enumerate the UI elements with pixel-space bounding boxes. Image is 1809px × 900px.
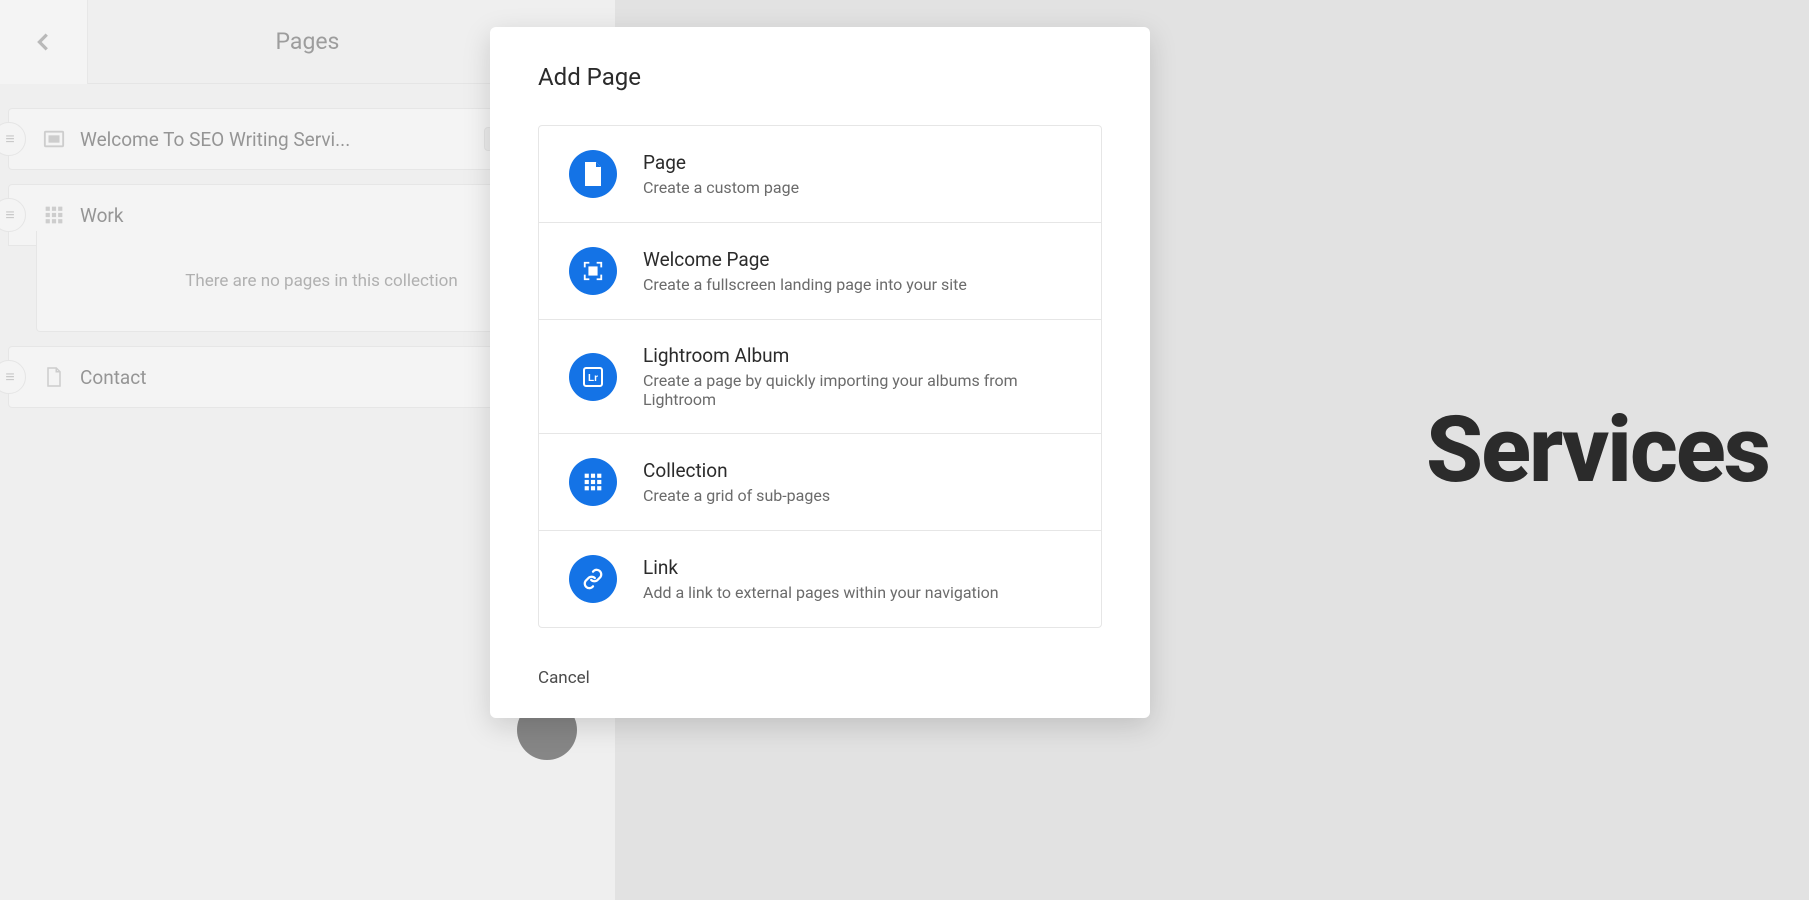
option-page[interactable]: Page Create a custom page <box>539 126 1101 223</box>
option-desc: Create a fullscreen landing page into yo… <box>643 275 967 294</box>
fullscreen-icon <box>569 247 617 295</box>
option-desc: Add a link to external pages within your… <box>643 583 999 602</box>
drag-handle-icon[interactable]: ≡ <box>0 360 26 394</box>
welcome-page-icon <box>42 127 66 151</box>
svg-text:Lr: Lr <box>588 373 598 384</box>
collection-grid-icon <box>569 458 617 506</box>
option-link[interactable]: Link Add a link to external pages within… <box>539 531 1101 627</box>
document-icon <box>42 365 66 389</box>
link-icon <box>569 555 617 603</box>
back-button[interactable] <box>0 0 88 84</box>
option-lightroom-album[interactable]: Lr Lightroom Album Create a page by quic… <box>539 320 1101 434</box>
option-collection[interactable]: Collection Create a grid of sub-pages <box>539 434 1101 531</box>
page-item-label: Welcome To SEO Writing Servi... <box>80 128 484 151</box>
option-desc: Create a page by quickly importing your … <box>643 371 1071 409</box>
cancel-button[interactable]: Cancel <box>538 668 590 688</box>
option-title: Collection <box>643 459 830 482</box>
grid-icon <box>42 203 66 227</box>
page-icon <box>569 150 617 198</box>
option-title: Lightroom Album <box>643 344 1071 367</box>
page-heading-partial: Services <box>1426 397 1769 504</box>
option-title: Welcome Page <box>643 248 967 271</box>
drag-handle-icon[interactable]: ≡ <box>0 198 26 232</box>
drag-handle-icon[interactable]: ≡ <box>0 122 26 156</box>
chevron-left-icon <box>33 25 55 59</box>
option-desc: Create a grid of sub-pages <box>643 486 830 505</box>
option-title: Page <box>643 151 799 174</box>
modal-title: Add Page <box>538 63 1102 91</box>
option-title: Link <box>643 556 999 579</box>
option-welcome-page[interactable]: Welcome Page Create a fullscreen landing… <box>539 223 1101 320</box>
option-desc: Create a custom page <box>643 178 799 197</box>
add-page-modal: Add Page Page Create a custom page Welco… <box>490 27 1150 718</box>
page-type-options: Page Create a custom page Welcome Page C… <box>538 125 1102 628</box>
lightroom-icon: Lr <box>569 353 617 401</box>
